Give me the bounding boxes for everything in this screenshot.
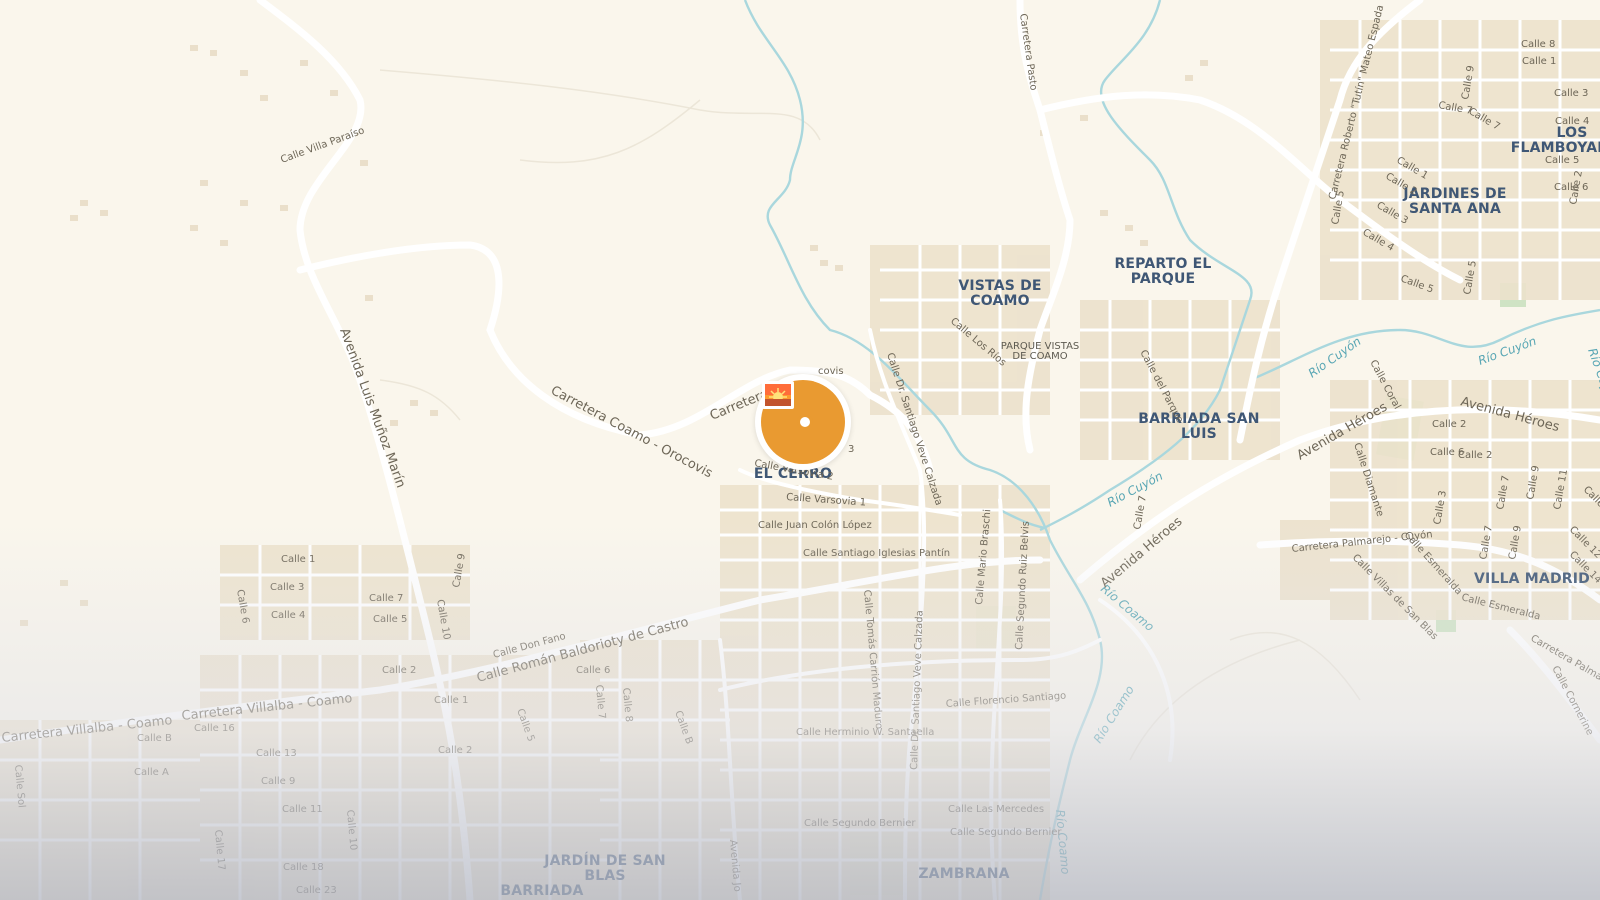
label-vistas-de-coamo-2: COAMO (970, 293, 1029, 309)
label-c3-b: Calle 3 (1554, 88, 1588, 99)
label-los-flamboyanes-1: LOS (1556, 125, 1587, 141)
label-c6-a: Calle 6 (576, 665, 610, 676)
label-parque-vistas-2: DE COAMO (1012, 351, 1067, 362)
label-reparto-el-parque-2: PARQUE (1131, 271, 1196, 287)
marker-pin-dot (797, 414, 813, 430)
label-c1-c: Calle 1 (1522, 56, 1556, 67)
label-c2-c: Calle 2 (1432, 419, 1466, 430)
label-cb: Calle B (137, 733, 172, 744)
label-villa-madrid: VILLA MADRID (1474, 571, 1590, 587)
label-c6-d: Calle 6 (1430, 447, 1464, 458)
label-c5-c: Calle 5 (1545, 155, 1579, 166)
label-c3-a: Calle 3 (270, 582, 304, 593)
photo-icon (762, 381, 794, 409)
label-c1-b: Calle 1 (434, 695, 468, 706)
label-c9-a: Calle 9 (261, 776, 295, 787)
label-c23: Calle 23 (296, 885, 337, 896)
label-los-flamboyanes-2: FLAMBOYAN (1511, 140, 1600, 156)
label-orocovis-tail: covis (818, 366, 844, 377)
label-c16: Calle 16 (194, 723, 235, 734)
label-barriada-san-luis-1: BARRIADA SAN (1138, 411, 1259, 427)
label-c4-b: Calle 4 (1555, 116, 1589, 127)
label-zambrana: ZAMBRANA (918, 866, 1009, 882)
label-barriada: BARRIADA (500, 883, 583, 899)
label-iglesias-pantin: Calle Santiago Iglesias Pantín (803, 547, 950, 559)
label-ca: Calle A (134, 767, 169, 778)
label-segundo-bernier: Calle Segundo Bernier (804, 818, 916, 829)
map-canvas[interactable]: EL CERRO VISTAS DE COAMO REPARTO EL PARQ… (0, 0, 1600, 900)
label-barriada-san-luis-2: LUIS (1181, 426, 1217, 442)
label-c4-a: Calle 4 (271, 610, 305, 621)
label-c2-b: Calle 2 (438, 745, 472, 756)
label-c8-b: Calle 8 (1521, 39, 1555, 50)
label-juan-colon: Calle Juan Colón López (758, 519, 872, 531)
label-c13: Calle 13 (256, 748, 297, 759)
label-c5-a: Calle 5 (373, 614, 407, 625)
label-frag-13: 3 (848, 444, 854, 455)
label-jardin-de-san-blas-2: BLAS (584, 868, 625, 884)
label-jardin-de-san-blas-1: JARDÍN DE SAN (543, 852, 666, 869)
label-c1-a: Calle 1 (281, 554, 315, 565)
label-c18: Calle 18 (283, 862, 324, 873)
label-herminio: Calle Herminio W. Santaella (796, 727, 934, 738)
label-segundo-bernier-2: Calle Segundo Bernier (950, 827, 1062, 838)
label-jardines-de-santa-ana-2: SANTA ANA (1409, 201, 1501, 217)
marker-badge (761, 380, 845, 464)
label-vistas-de-coamo-1: VISTAS DE (958, 278, 1041, 294)
label-c7-a: Calle 7 (369, 593, 403, 604)
photo-location-marker[interactable] (755, 374, 851, 470)
label-c2-a: Calle 2 (382, 665, 416, 676)
label-c11: Calle 11 (282, 804, 323, 815)
label-reparto-el-parque-1: REPARTO EL (1114, 256, 1211, 272)
label-las-mercedes: Calle Las Mercedes (948, 804, 1044, 815)
